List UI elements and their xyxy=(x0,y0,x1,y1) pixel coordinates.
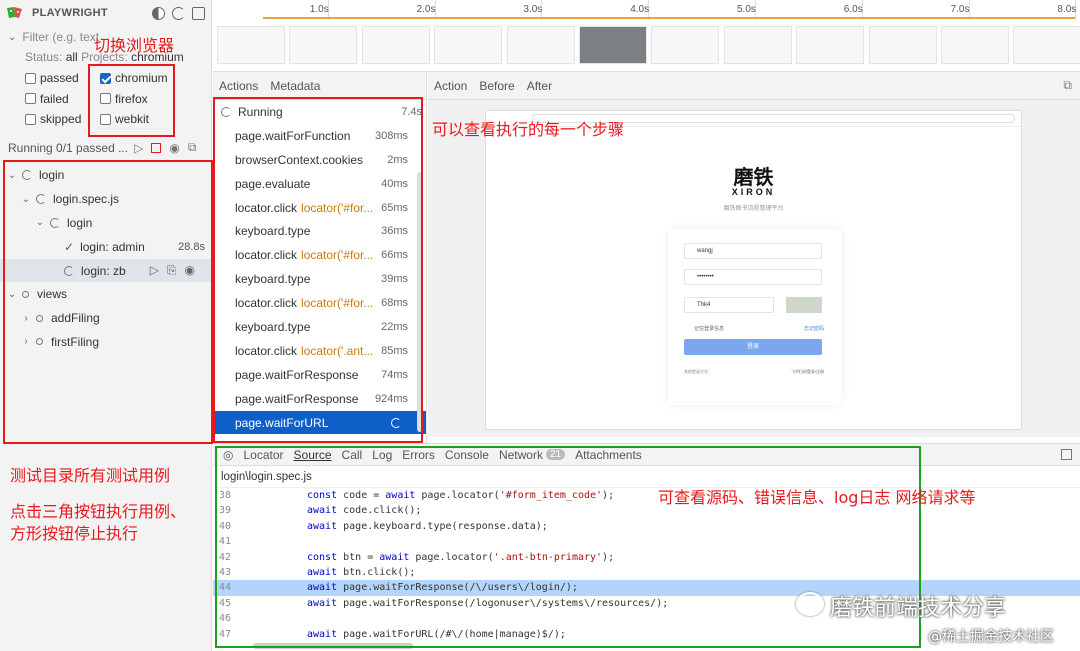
login-button[interactable]: 登录 xyxy=(684,339,822,355)
timeline-thumbnail[interactable] xyxy=(506,26,575,64)
running-status: Running 0/1 passed ... xyxy=(8,140,129,155)
captcha-field[interactable]: Thk4 xyxy=(684,297,774,313)
browser-select-highlight xyxy=(88,64,175,137)
annotation-switch-browser: 切换浏览器 xyxy=(94,36,175,55)
timeline-thumbnail[interactable] xyxy=(434,26,503,64)
brand-subtitle: 磨铁图书流程管理平台 xyxy=(723,206,784,212)
timeline-tick-label: 4.0s xyxy=(630,4,650,15)
status-skipped-label: skipped xyxy=(40,112,82,127)
stop-icon[interactable] xyxy=(151,142,162,153)
timeline-thumbnail[interactable] xyxy=(217,26,285,64)
login-form-card: wangj •••••••• Thk4 记住登录信息 忘记密码 登录 其他登录方… xyxy=(668,229,842,405)
captcha-image[interactable] xyxy=(786,297,822,313)
brand-logo-cn: 磨铁 xyxy=(733,165,774,189)
timeline-tick-label: 7.0s xyxy=(950,4,970,15)
app-title: PLAYWRIGHT xyxy=(32,7,108,19)
timeline-thumbnail[interactable] xyxy=(361,26,430,64)
annotation-click-triangle: 点击三角按钮执行用例、 xyxy=(10,502,187,521)
status-failed-label: failed xyxy=(40,91,69,106)
tab-actions[interactable]: Actions xyxy=(213,72,264,100)
watermark-main: 磨铁前端技术分享 xyxy=(830,596,1007,621)
filter-input[interactable]: Filter (e.g. text xyxy=(22,30,99,44)
username-field[interactable]: wangj xyxy=(684,243,822,259)
actions-highlight xyxy=(213,97,423,443)
other-login-label: 其他登录方式： xyxy=(684,369,712,374)
source-highlight xyxy=(215,446,921,648)
timeline-tick-label: 1.0s xyxy=(309,4,329,15)
status-value: all xyxy=(65,50,78,64)
status-passed-label: passed xyxy=(40,71,79,86)
annotation-square-stop: 方形按钮停止执行 xyxy=(10,524,139,543)
timeline-tick-label: 6.0s xyxy=(843,4,863,15)
test-tree-highlight xyxy=(3,160,213,444)
open-external-icon[interactable]: ⧉ xyxy=(1063,78,1072,93)
timeline-tick-label: 8.0s xyxy=(1057,4,1077,15)
timeline-tick-label: 2.0s xyxy=(416,4,436,15)
tab-before[interactable]: Before xyxy=(473,72,520,100)
brand-logo-en: XIRON xyxy=(731,187,776,197)
snapshot-browser: 磨铁 XIRON 磨铁图书流程管理平台 wangj •••••••• Thk4 … xyxy=(485,110,1022,430)
timeline-thumbnail[interactable] xyxy=(651,26,720,64)
watch-icon[interactable]: ◉ xyxy=(169,141,179,155)
actions-tabs: Actions Metadata xyxy=(213,72,426,100)
reload-icon[interactable] xyxy=(172,6,185,20)
timeline-thumbnail[interactable] xyxy=(289,26,358,64)
running-status-row: Running 0/1 passed ... ▷ ◉ ⧉ xyxy=(0,136,211,160)
playwright-logo-icon xyxy=(7,7,22,18)
wechat-icon xyxy=(796,592,824,616)
theme-toggle-icon[interactable] xyxy=(152,6,165,20)
timeline-thumbnail[interactable] xyxy=(941,26,1009,64)
timeline-thumbnail[interactable] xyxy=(868,26,937,64)
forgot-password-link[interactable]: 忘记密码 xyxy=(804,325,824,332)
collapse-all-icon[interactable]: ⧉ xyxy=(188,140,197,155)
timeline-thumbnail[interactable] xyxy=(723,26,792,64)
status-label: Status: xyxy=(25,50,63,64)
checkbox-icon[interactable] xyxy=(25,72,36,84)
timeline-thumbnail[interactable] xyxy=(1013,26,1080,64)
timeline-tick-label: 3.0s xyxy=(523,4,543,15)
run-all-icon[interactable]: ▷ xyxy=(134,141,143,155)
chevron-down-icon[interactable]: ⌄ xyxy=(8,32,16,43)
remember-me-label[interactable]: 记住登录信息 xyxy=(694,325,724,332)
watermark-sub: @稀土掘金技术社区 xyxy=(928,629,1054,645)
feishu-register-link[interactable]: 飞书扫码登录/注册 xyxy=(791,369,824,375)
sidebar-header: PLAYWRIGHT xyxy=(0,0,211,26)
checkbox-icon[interactable] xyxy=(25,113,36,125)
timeline-tick-label: 5.0s xyxy=(737,4,756,15)
toggle-sidebar-icon[interactable] xyxy=(1061,449,1072,460)
timeline-bar xyxy=(263,17,1075,19)
checkbox-icon[interactable] xyxy=(25,93,36,105)
tab-after[interactable]: After xyxy=(521,72,558,100)
tab-action[interactable]: Action xyxy=(428,72,473,100)
timeline-thumbnail[interactable] xyxy=(796,26,865,64)
expand-icon[interactable] xyxy=(192,6,205,20)
snapshot-tabs: Action Before After ⧉ xyxy=(428,72,1080,100)
password-field[interactable]: •••••••• xyxy=(684,269,822,285)
timeline[interactable]: 1.0s 2.0s 3.0s 4.0s 5.0s 6.0s 7.0s 8.0s xyxy=(213,0,1080,72)
annotation-view-source: 可查看源码、错误信息、log日志 网络请求等 xyxy=(658,488,976,507)
tab-metadata[interactable]: Metadata xyxy=(264,72,326,100)
timeline-thumbnail[interactable] xyxy=(579,26,647,64)
annotation-view-steps: 可以查看执行的每一个步骤 xyxy=(432,120,625,139)
annotation-test-dir: 测试目录所有测试用例 xyxy=(10,466,171,485)
